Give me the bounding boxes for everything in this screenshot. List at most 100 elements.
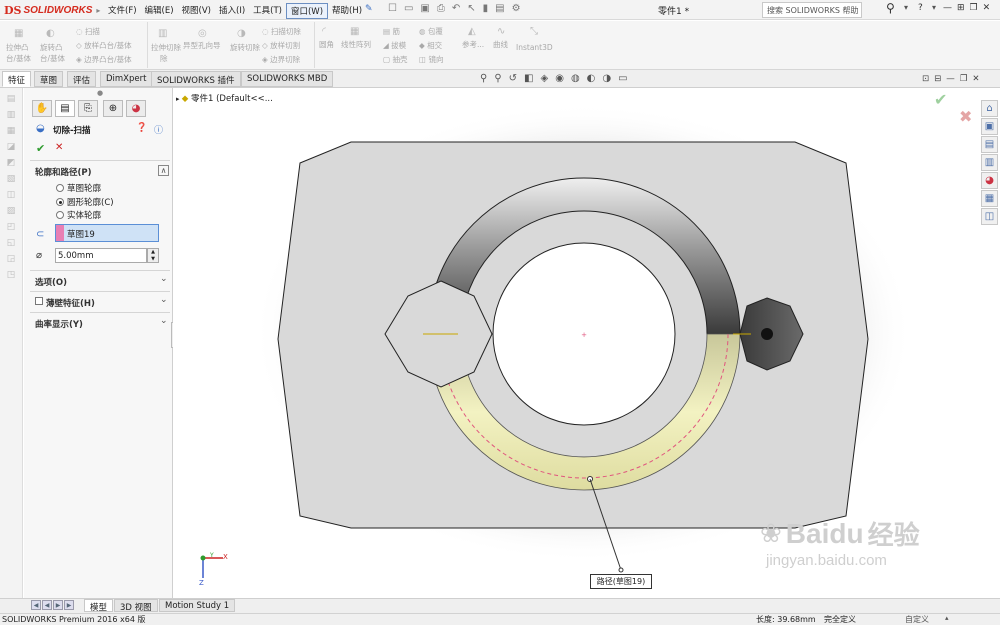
search-icon[interactable]: ⚲ [886, 1, 895, 15]
diameter-spinner[interactable]: ▲ ▼ [147, 248, 159, 263]
section-profile-path[interactable]: 轮廓和路径(P) [35, 166, 92, 178]
instant3d-label[interactable]: Instant3D [516, 42, 553, 53]
menu-edit[interactable]: 编辑(E) [141, 3, 178, 19]
zoom-to-fit-icon[interactable]: ⚲ [480, 73, 487, 84]
revolve-boss-icon[interactable]: ◐ [46, 28, 55, 39]
menu-help[interactable]: 帮助(H) [328, 3, 366, 19]
revolve-cut-icon[interactable]: ◑ [237, 28, 246, 39]
pin-icon[interactable]: ✎ [365, 4, 373, 14]
expand-thin-icon[interactable]: ⌄ [160, 295, 168, 305]
feature-icon[interactable]: ◱ [0, 238, 22, 254]
feature-manager-tab-icon[interactable]: ✋ [32, 100, 52, 117]
forum-icon[interactable]: ◫ [981, 208, 998, 225]
restore-icon[interactable]: ❐ [970, 3, 978, 13]
zoom-area-icon[interactable]: ⚲ [494, 73, 501, 84]
units-dropdown-icon[interactable]: ▴ [945, 614, 949, 622]
confirm-corner-cancel-icon[interactable]: ✖ [959, 107, 972, 126]
feature-icon[interactable]: ◰ [0, 222, 22, 238]
rebuild-icon[interactable]: ▮ [483, 3, 489, 14]
save-icon[interactable]: ▣ [420, 3, 429, 14]
file-properties-icon[interactable]: ▤ [495, 3, 504, 14]
confirm-corner-ok-icon[interactable]: ✔ [934, 90, 947, 109]
display-style-icon[interactable]: ◉ [555, 73, 564, 84]
help-icon[interactable]: ? [918, 3, 923, 13]
hole-wizard-label[interactable]: 异型孔向导 [183, 40, 221, 51]
intersect-button[interactable]: ◆ 相交 [419, 40, 442, 51]
fillet-label[interactable]: 圆角 [319, 39, 334, 50]
custom-properties-icon[interactable]: ▦ [981, 190, 998, 207]
expand-curvature-icon[interactable]: ⌄ [160, 316, 168, 326]
display-manager-tab-icon[interactable]: ◕ [126, 100, 146, 117]
options-icon[interactable]: ⚙ [512, 3, 521, 14]
viewport-restore-icon[interactable]: ❐ [960, 74, 968, 84]
feature-icon[interactable]: ▤ [0, 94, 22, 110]
hide-show-icon[interactable]: ◍ [571, 73, 580, 84]
boundary-cut-button[interactable]: ◈ 边界切除 [262, 54, 300, 65]
tab-model[interactable]: 模型 [84, 599, 114, 613]
previous-view-icon[interactable]: ↺ [509, 73, 517, 84]
swept-boss-button[interactable]: ◌ 扫描 [76, 26, 100, 37]
mirror-button[interactable]: ◫ 镜向 [419, 54, 443, 65]
radio-sketch-profile[interactable]: 草图轮廓 [56, 182, 101, 194]
logo-arrow-icon[interactable]: ▸ [96, 6, 100, 15]
draft-button[interactable]: ◢ 拔模 [383, 40, 406, 51]
section-options[interactable]: 选项(O) [35, 276, 67, 288]
appearances-icon[interactable]: ◕ [981, 172, 998, 189]
minimize-icon[interactable]: — [943, 3, 952, 13]
file-explorer-icon[interactable]: ▥ [981, 154, 998, 171]
next-tab-icon[interactable]: ▶ [53, 600, 63, 610]
section-thin-feature[interactable]: 薄壁特征(H) [46, 297, 95, 309]
feature-icon[interactable]: ◩ [0, 158, 22, 174]
radio-button[interactable] [56, 211, 64, 219]
lofted-boss-button[interactable]: ◇ 放样凸台/基体 [76, 40, 132, 51]
menu-window[interactable]: 窗口(W) [285, 3, 329, 19]
linear-pattern-label[interactable]: 线性阵列 [341, 39, 371, 50]
help-dropdown-icon[interactable]: ▾ [932, 3, 936, 12]
ok-button[interactable]: ✔ [36, 142, 45, 155]
feature-tree-flyout[interactable]: ▸ ◆ 零件1 (Default<<... [176, 92, 273, 104]
menu-insert[interactable]: 插入(I) [215, 3, 249, 19]
expand-options-icon[interactable]: ⌄ [160, 274, 168, 284]
thin-feature-checkbox[interactable] [35, 297, 43, 305]
radio-button-selected[interactable] [56, 198, 64, 206]
section-view-icon[interactable]: ◧ [524, 73, 533, 84]
undo-icon[interactable]: ↶ [452, 3, 460, 14]
reference-label[interactable]: 参考... [462, 39, 484, 50]
viewport-pin-icon[interactable]: ⊡ [922, 74, 929, 84]
tab-addins[interactable]: SOLIDWORKS 插件 [151, 71, 241, 87]
feature-icon[interactable]: ▧ [0, 174, 22, 190]
viewport-minimize-icon[interactable]: — [946, 74, 955, 84]
sweep-cut-button[interactable]: ◌ 扫描切除 [262, 26, 301, 37]
tab-sketch[interactable]: 草图 [34, 71, 64, 87]
resources-icon[interactable]: ▣ [981, 118, 998, 135]
new-icon[interactable]: ☐ [388, 3, 397, 14]
curves-label[interactable]: 曲线 [493, 39, 508, 50]
search-input[interactable]: 搜索 SOLIDWORKS 帮助 [762, 2, 862, 18]
solidworks-logo[interactable]: DS SOLIDWORKS ▸ [4, 2, 100, 18]
linear-pattern-icon[interactable]: ▦ [350, 26, 359, 37]
tab-mbd[interactable]: SOLIDWORKS MBD [241, 71, 334, 87]
tab-evaluate[interactable]: 评估 [67, 71, 97, 87]
tab-3d-views[interactable]: 3D 视图 [114, 599, 158, 613]
menu-tools[interactable]: 工具(T) [249, 3, 286, 19]
edit-appearance-icon[interactable]: ◐ [587, 73, 596, 84]
diameter-input[interactable]: 5.00mm [55, 248, 147, 263]
fillet-icon[interactable]: ◜ [322, 26, 326, 37]
open-icon[interactable]: ▭ [404, 3, 413, 14]
curves-icon[interactable]: ∿ [497, 26, 505, 37]
boundary-boss-button[interactable]: ◈ 边界凸台/基体 [76, 54, 132, 65]
last-tab-icon[interactable]: ▶ [64, 600, 74, 610]
status-units[interactable]: 自定义 [905, 614, 929, 625]
viewport-tile-icon[interactable]: ⊟ [934, 74, 941, 84]
section-curvature[interactable]: 曲率显示(Y) [35, 318, 83, 330]
property-manager-tab-icon[interactable]: ▤ [55, 100, 75, 117]
feature-icon[interactable]: ▨ [0, 206, 22, 222]
feature-icon[interactable]: ▦ [0, 126, 22, 142]
cancel-button[interactable]: ✕ [55, 142, 63, 153]
loft-cut-button[interactable]: ◇ 放样切割 [262, 40, 300, 51]
design-library-icon[interactable]: ▤ [981, 136, 998, 153]
rib-button[interactable]: ▤ 筋 [383, 26, 400, 37]
menu-file[interactable]: 文件(F) [104, 3, 141, 19]
pm-detail-help-icon[interactable]: ⓘ [154, 123, 163, 136]
radio-solid-profile[interactable]: 实体轮廓 [56, 209, 101, 221]
